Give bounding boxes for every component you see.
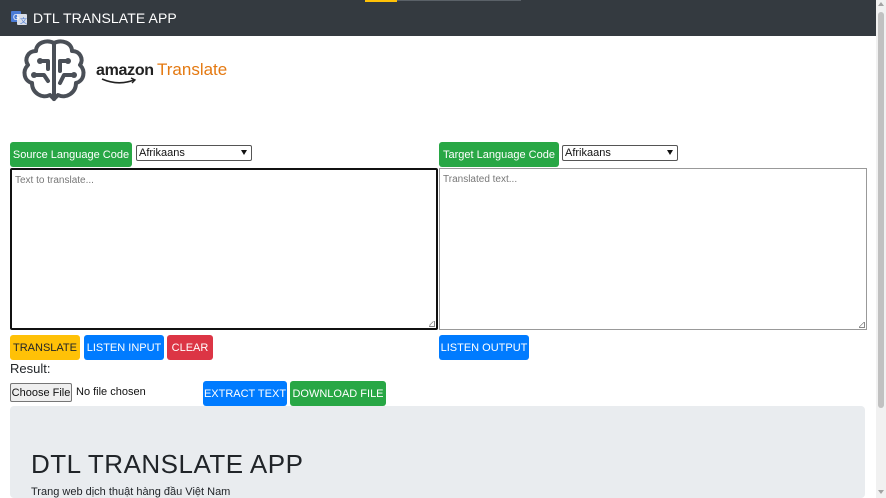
listen-output-button[interactable]: LISTEN OUTPUT — [439, 335, 529, 360]
svg-text:文: 文 — [20, 16, 27, 25]
svg-text:G: G — [13, 13, 19, 22]
source-text-input[interactable]: Text to translate... — [10, 168, 438, 330]
resize-grip-icon[interactable] — [429, 321, 435, 327]
hero-subtitle: Trang web dịch thuật hàng đầu Việt Nam — [31, 486, 231, 498]
extract-text-button[interactable]: EXTRACT TEXT — [203, 381, 287, 406]
source-language-label: Source Language Code — [10, 142, 132, 167]
download-file-button[interactable]: DOWNLOAD FILE — [290, 381, 386, 406]
scroll-up-arrow-icon[interactable] — [878, 2, 884, 6]
scroll-down-arrow-icon[interactable] — [878, 490, 884, 494]
hero-title: DTL TRANSLATE APP — [31, 449, 304, 479]
listen-input-button-label: LISTEN INPUT — [86, 341, 162, 354]
listen-input-button[interactable]: LISTEN INPUT — [84, 335, 164, 360]
source-language-value: Afrikaans — [139, 147, 185, 159]
chevron-down-icon — [667, 150, 673, 155]
clear-button[interactable]: CLEAR — [167, 335, 213, 360]
source-language-label-text: Source Language Code — [12, 148, 130, 161]
source-language-select[interactable]: Afrikaans — [136, 145, 252, 161]
scrollbar-thumb[interactable] — [878, 12, 884, 408]
navbar-brand[interactable]: DTL TRANSLATE APP — [33, 10, 177, 26]
translated-text-output[interactable]: Translated text... — [439, 168, 867, 330]
target-language-select[interactable]: Afrikaans — [562, 145, 678, 161]
file-status-text: No file chosen — [76, 386, 146, 398]
download-file-button-label: DOWNLOAD FILE — [292, 387, 384, 400]
translated-text-placeholder: Translated text... — [443, 174, 518, 185]
target-language-value: Afrikaans — [565, 147, 611, 159]
extract-text-button-label: EXTRACT TEXT — [203, 387, 287, 400]
translate-icon[interactable]: G 文 — [11, 10, 27, 26]
logo-product-text: Translate — [157, 60, 228, 79]
choose-file-button[interactable]: Choose File — [10, 383, 72, 402]
result-label: Result: — [10, 361, 51, 376]
translate-button[interactable]: TRANSLATE — [10, 335, 80, 360]
listen-output-button-label: LISTEN OUTPUT — [440, 341, 528, 354]
navbar-accent — [365, 0, 397, 2]
translate-button-label: TRANSLATE — [13, 341, 77, 354]
chevron-down-icon — [241, 150, 247, 155]
amazon-smile-icon — [101, 77, 137, 84]
clear-button-label: CLEAR — [171, 341, 209, 354]
target-language-label-text: Target Language Code — [443, 148, 555, 161]
target-language-label: Target Language Code — [439, 142, 559, 167]
brain-circuit-icon — [22, 39, 86, 101]
navbar-accent-line — [397, 0, 521, 1]
resize-grip-icon[interactable] — [859, 322, 865, 328]
choose-file-label: Choose File — [11, 386, 71, 399]
source-text-placeholder: Text to translate... — [15, 175, 94, 186]
